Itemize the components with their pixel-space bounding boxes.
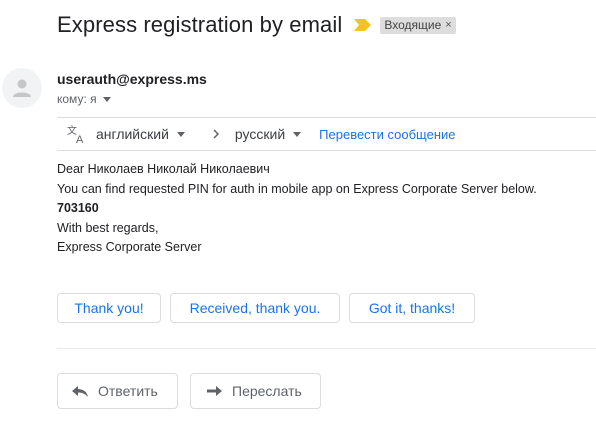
source-language-label: английский — [96, 126, 169, 142]
importance-marker-icon[interactable] — [354, 19, 372, 31]
body-greeting: Dear Николаев Николай Николаевич — [57, 162, 270, 176]
smart-reply-button[interactable]: Received, thank you. — [170, 293, 340, 323]
person-icon — [13, 79, 31, 97]
reply-label: Ответить — [98, 383, 158, 399]
reply-icon — [72, 386, 88, 397]
remove-label-icon[interactable]: × — [445, 19, 451, 31]
smart-replies: Thank you! Received, thank you. Got it, … — [57, 293, 484, 323]
caret-down-icon — [176, 131, 185, 137]
caret-down-icon[interactable] — [102, 96, 111, 102]
sender-address[interactable]: userauth@express.ms — [57, 71, 207, 87]
body-message: You can find requested PIN for auth in m… — [57, 181, 537, 196]
recipient-text: кому: я — [57, 92, 97, 106]
chevron-right-icon — [213, 129, 219, 139]
translate-icon: 文 A — [67, 124, 84, 144]
smart-reply-button[interactable]: Thank you! — [57, 293, 161, 323]
inbox-label-text: Входящие — [384, 17, 442, 32]
email-subject: Express registration by email — [57, 12, 343, 37]
forward-button[interactable]: Переслать — [190, 373, 321, 409]
forward-label: Переслать — [232, 383, 302, 399]
translate-bar: 文 A английский русский Перевести сообщен… — [57, 117, 596, 151]
sender-avatar[interactable] — [2, 68, 42, 108]
body-regards: With best regards, — [57, 220, 159, 235]
subject-row: Express registration by email Входящие × — [57, 12, 456, 38]
message-actions: Ответить Переслать — [57, 373, 333, 409]
target-language-select[interactable]: русский — [234, 126, 302, 142]
target-language-label: русский — [234, 126, 286, 142]
translate-message-link[interactable]: Перевести сообщение — [319, 127, 455, 142]
body-signature: Express Corporate Server — [57, 240, 202, 254]
recipient-details[interactable]: кому: я — [57, 92, 111, 106]
source-language-select[interactable]: английский — [96, 126, 185, 142]
inbox-label-chip[interactable]: Входящие × — [380, 16, 456, 34]
caret-down-icon — [293, 131, 302, 137]
email-body: Dear Николаев Николай Николаевич You can… — [57, 160, 537, 258]
smart-reply-button[interactable]: Got it, thanks! — [349, 293, 475, 323]
pin-code: 703160 — [57, 201, 99, 215]
svg-text:A: A — [76, 134, 84, 144]
reply-button[interactable]: Ответить — [57, 373, 178, 409]
divider — [57, 348, 596, 349]
forward-icon — [207, 386, 222, 396]
